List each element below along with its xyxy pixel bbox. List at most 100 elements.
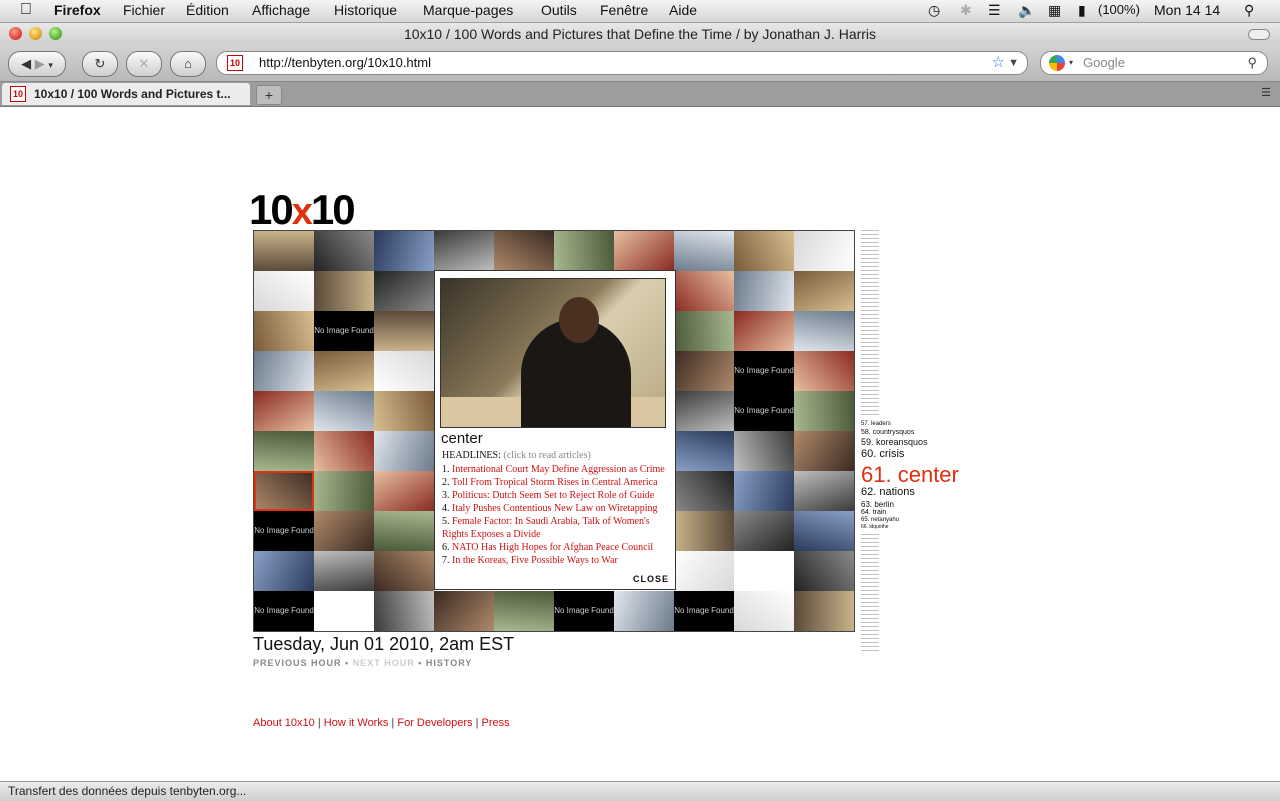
grid-tile-image[interactable]: [374, 431, 434, 471]
grid-tile-image[interactable]: [254, 311, 314, 351]
calendar-icon[interactable]: ▦: [1048, 2, 1061, 19]
grid-tile-image[interactable]: [314, 391, 374, 431]
spotlight-icon[interactable]: ⚲: [1244, 2, 1254, 19]
bluetooth-icon[interactable]: ✱: [960, 2, 972, 19]
grid-tile-image[interactable]: [674, 351, 734, 391]
grid-tile-image[interactable]: [374, 351, 434, 391]
grid-tile-image[interactable]: [734, 311, 794, 351]
grid-tile-image[interactable]: [614, 591, 674, 631]
history-link[interactable]: HISTORY: [426, 658, 473, 668]
grid-tile-image[interactable]: [794, 591, 854, 631]
grid-tile-image[interactable]: [794, 231, 854, 271]
grid-tile-image[interactable]: [374, 231, 434, 271]
logo-10x10[interactable]: 10x10: [249, 186, 356, 234]
menubar-clock[interactable]: Mon 14 14: [1154, 2, 1220, 18]
menu-outils[interactable]: Outils: [541, 2, 577, 18]
grid-tile-image[interactable]: [734, 591, 794, 631]
grid-tile-image[interactable]: [794, 551, 854, 591]
tab-active[interactable]: 10 10x10 / 100 Words and Pictures t...: [2, 83, 250, 105]
history-dropdown-icon[interactable]: ▾: [48, 60, 53, 70]
wifi-icon[interactable]: ☰: [988, 2, 1001, 19]
grid-tile-image[interactable]: [374, 551, 434, 591]
word-item-selected[interactable]: 61. center: [861, 462, 959, 488]
headline-link[interactable]: Toll From Tropical Storm Rises in Centra…: [452, 477, 658, 488]
headline-link[interactable]: International Court May Define Aggressio…: [452, 464, 665, 475]
grid-tile-image[interactable]: [734, 231, 794, 271]
stop-button[interactable]: ✕: [126, 51, 162, 77]
grid-tile-image[interactable]: [674, 551, 734, 591]
grid-tile-image[interactable]: [314, 231, 374, 271]
reload-button[interactable]: ↻: [82, 51, 118, 77]
menu-fenetre[interactable]: Fenêtre: [600, 2, 648, 18]
grid-tile-no-image[interactable]: No Image Found: [254, 511, 314, 551]
grid-tile-image[interactable]: [794, 471, 854, 511]
search-bar[interactable]: ▾ Google ⚲: [1040, 51, 1268, 75]
grid-tile-image[interactable]: [314, 471, 374, 511]
headline-link[interactable]: Politicus: Dutch Seem Set to Reject Role…: [452, 490, 654, 501]
word-item[interactable]: 58. countrysquos: [861, 429, 914, 436]
grid-tile-image[interactable]: [674, 431, 734, 471]
back-icon[interactable]: ◀: [21, 56, 31, 71]
new-tab-button[interactable]: +: [256, 85, 282, 105]
grid-tile-no-image[interactable]: No Image Found: [734, 351, 794, 391]
list-all-tabs-button[interactable]: ☰: [1258, 86, 1274, 100]
word-item[interactable]: 65. netanyahu: [861, 517, 899, 523]
engine-dropdown-icon[interactable]: ▾: [1069, 52, 1073, 74]
grid-tile-image[interactable]: [254, 551, 314, 591]
grid-tile-image[interactable]: [674, 511, 734, 551]
grid-tile-image[interactable]: [674, 471, 734, 511]
headline-link[interactable]: NATO Has High Hopes for Afghan Peace Cou…: [452, 542, 653, 553]
grid-tile-image[interactable]: [434, 231, 494, 271]
grid-tile-image[interactable]: [374, 391, 434, 431]
grid-tile-image[interactable]: [554, 231, 614, 271]
about-link[interactable]: About 10x10: [253, 717, 315, 729]
window-close-button[interactable]: [9, 27, 22, 40]
grid-tile-no-image[interactable]: No Image Found: [554, 591, 614, 631]
battery-icon[interactable]: ▮: [1078, 2, 1086, 19]
grid-tile-no-image[interactable]: No Image Found: [254, 591, 314, 631]
popup-close-button[interactable]: CLOSE: [633, 574, 669, 584]
volume-icon[interactable]: 🔈: [1018, 2, 1035, 19]
grid-tile-image[interactable]: [674, 231, 734, 271]
grid-tile-image[interactable]: [794, 431, 854, 471]
url-bar[interactable]: 10 http://tenbyten.org/10x10.html ☆ ▼: [216, 51, 1028, 75]
headline-link[interactable]: In the Koreas, Five Possible Ways to War: [452, 555, 618, 566]
grid-tile-image[interactable]: [374, 511, 434, 551]
grid-tile-image[interactable]: [674, 311, 734, 351]
app-menu[interactable]: Firefox: [54, 2, 101, 18]
grid-tile-image[interactable]: [674, 271, 734, 311]
grid-tile-image[interactable]: [254, 431, 314, 471]
grid-tile-image[interactable]: [734, 271, 794, 311]
developers-link[interactable]: For Developers: [397, 717, 472, 729]
grid-tile-image[interactable]: [374, 471, 434, 511]
url-dropdown-icon[interactable]: ▼: [1008, 52, 1019, 74]
grid-tile-image[interactable]: [374, 271, 434, 311]
grid-tile-image[interactable]: [794, 511, 854, 551]
headline-link[interactable]: Italy Pushes Contentious New Law on Wire…: [452, 503, 658, 514]
window-zoom-button[interactable]: [49, 27, 62, 40]
url-text[interactable]: http://tenbyten.org/10x10.html: [259, 52, 431, 74]
grid-tile-no-image[interactable]: No Image Found: [734, 391, 794, 431]
menu-marque-pages[interactable]: Marque-pages: [423, 2, 513, 18]
battery-status[interactable]: (100%): [1098, 2, 1140, 17]
grid-tile-image[interactable]: [434, 591, 494, 631]
grid-tile-image[interactable]: [674, 391, 734, 431]
grid-tile-image[interactable]: [494, 591, 554, 631]
grid-tile-image[interactable]: [254, 391, 314, 431]
home-button[interactable]: ⌂: [170, 51, 206, 77]
apple-icon[interactable]: : [20, 1, 32, 19]
how-it-works-link[interactable]: How it Works: [324, 717, 389, 729]
word-item[interactable]: 59. koreansquos: [861, 437, 928, 447]
grid-tile-image[interactable]: [314, 271, 374, 311]
window-minimize-button[interactable]: [29, 27, 42, 40]
grid-tile-image[interactable]: [374, 591, 434, 631]
press-link[interactable]: Press: [482, 717, 510, 729]
grid-tile-image[interactable]: [794, 271, 854, 311]
forward-icon[interactable]: ▶: [35, 56, 45, 71]
menu-historique[interactable]: Historique: [334, 2, 397, 18]
grid-tile-image[interactable]: [314, 551, 374, 591]
grid-tile-image[interactable]: [314, 351, 374, 391]
grid-tile-image[interactable]: [314, 511, 374, 551]
grid-tile-image[interactable]: [734, 471, 794, 511]
time-machine-icon[interactable]: ◷: [928, 2, 940, 19]
